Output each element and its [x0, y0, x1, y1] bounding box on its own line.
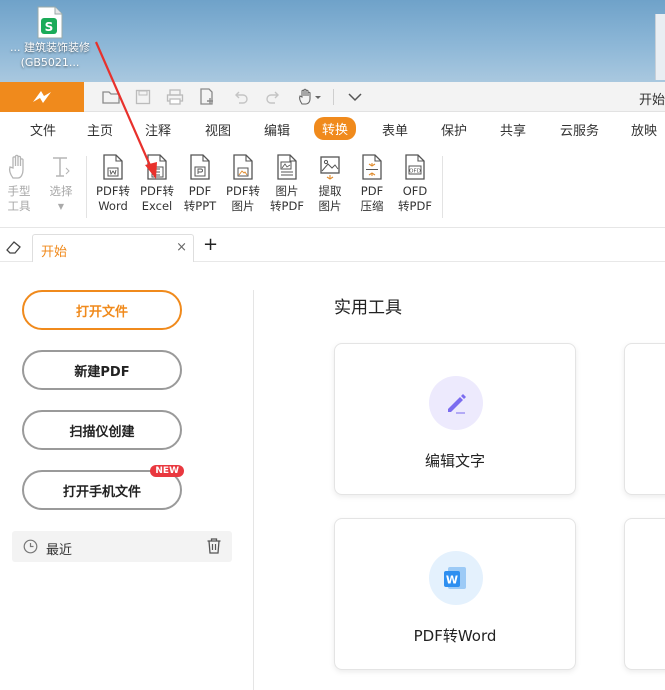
toolbar-divider-end — [442, 156, 443, 218]
add-tab-button[interactable]: + — [203, 234, 218, 255]
menu-home[interactable]: 主页 — [87, 120, 113, 139]
select-dropdown-icon: ▼ — [57, 202, 65, 211]
image-to-pdf-button[interactable]: 图片 转PDF — [265, 154, 309, 214]
svg-text:W: W — [446, 574, 458, 587]
pdf-to-ppt-icon — [188, 154, 212, 180]
extract-image-icon — [318, 154, 342, 180]
menu-convert[interactable]: 转换 — [314, 117, 357, 140]
new-document-icon[interactable] — [196, 87, 218, 107]
eraser-icon[interactable] — [5, 239, 23, 259]
menu-edit[interactable]: 编辑 — [264, 120, 290, 139]
print-icon[interactable] — [164, 87, 186, 107]
text-select-icon — [49, 154, 73, 180]
pdf-to-image-button[interactable]: PDF转 图片 — [221, 154, 265, 214]
hand-tool-dropdown-icon[interactable] — [296, 87, 324, 107]
scanner-create-button[interactable]: 扫描仪创建 — [22, 410, 182, 450]
window-edge — [655, 14, 665, 80]
edit-text-card[interactable]: 编辑文字 — [334, 343, 576, 495]
word-icon: W — [429, 551, 483, 605]
ofd-to-pdf-icon: OFD — [403, 154, 427, 180]
new-badge: NEW — [150, 465, 184, 477]
hand-tool-button[interactable]: 手型 工具 — [0, 154, 41, 214]
tab-close-icon[interactable]: × — [176, 240, 187, 255]
edit-text-icon — [429, 376, 483, 430]
hand-icon — [7, 154, 31, 180]
tab-start[interactable]: 开始 × — [32, 234, 194, 262]
title-tab-start[interactable]: 开始 — [639, 89, 665, 108]
desktop-file-label-2: (GB5021... — [20, 56, 80, 69]
menu-protect[interactable]: 保护 — [441, 120, 467, 139]
pdf-compress-icon — [360, 154, 384, 180]
recent-section-header[interactable]: 最近 — [12, 531, 232, 562]
open-folder-icon[interactable] — [100, 87, 122, 107]
chevron-down-icon[interactable] — [344, 87, 366, 107]
document-tab-bar: 开始 × + — [0, 230, 665, 262]
tab-start-label: 开始 — [41, 245, 68, 260]
desktop-background: S ... 建筑装饰装修 (GB5021... — [0, 0, 665, 82]
pdf-to-excel-button[interactable]: PDF转 Excel — [135, 154, 179, 214]
image-to-pdf-icon — [275, 154, 299, 180]
select-tool-button[interactable]: 选择 ▼ — [39, 154, 83, 214]
desktop-file-label-1: ... 建筑装饰装修 — [10, 41, 90, 54]
edit-text-label: 编辑文字 — [424, 452, 485, 470]
pdf-to-image-icon — [231, 154, 255, 180]
menu-slideshow[interactable]: 放映 — [631, 120, 657, 139]
menu-view[interactable]: 视图 — [205, 120, 231, 139]
redo-icon[interactable] — [262, 87, 284, 107]
convert-toolbar: 手型 工具 选择 ▼ PDF转 Word PDF转 Excel PDF 转PPT — [0, 144, 665, 228]
open-phone-file-label: 打开手机文件 — [62, 484, 141, 500]
menu-bar: 文件 主页 注释 视图 编辑 转换 表单 保护 共享 云服务 放映 — [0, 112, 665, 144]
menu-annotate[interactable]: 注释 — [145, 120, 171, 139]
spreadsheet-file-icon: S — [35, 6, 65, 40]
open-file-button[interactable]: 打开文件 — [22, 290, 182, 330]
pdf-to-ppt-button[interactable]: PDF 转PPT — [178, 154, 222, 214]
desktop-file-shortcut[interactable]: S ... 建筑装饰装修 (GB5021... — [0, 6, 100, 70]
open-phone-file-button[interactable]: 打开手机文件 NEW — [22, 465, 184, 510]
new-pdf-button[interactable]: 新建PDF — [22, 350, 182, 390]
tools-section-title: 实用工具 — [334, 298, 402, 318]
pdf-to-word-label: PDF转Word — [413, 627, 497, 645]
undo-icon[interactable] — [230, 87, 252, 107]
extract-image-button[interactable]: 提取 图片 — [308, 154, 352, 214]
clock-icon — [23, 539, 38, 554]
toolbar-divider — [86, 156, 87, 218]
menu-form[interactable]: 表单 — [382, 120, 408, 139]
titlebar-divider — [333, 89, 334, 105]
pdf-compress-button[interactable]: PDF 压缩 — [350, 154, 394, 214]
menu-file[interactable]: 文件 — [30, 120, 56, 139]
trash-icon[interactable] — [206, 537, 222, 555]
pdf-to-word-card[interactable]: W PDF转Word — [334, 518, 576, 670]
menu-share[interactable]: 共享 — [500, 120, 526, 139]
ofd-to-pdf-button[interactable]: OFD OFD 转PDF — [393, 154, 437, 214]
app-logo-icon — [33, 91, 51, 103]
app-logo-button[interactable] — [0, 82, 84, 112]
tool-card-partial-1[interactable] — [624, 343, 665, 495]
recent-label: 最近 — [46, 543, 73, 558]
panel-divider — [253, 290, 254, 690]
save-icon[interactable] — [132, 87, 154, 107]
pdf-to-word-button[interactable]: PDF转 Word — [91, 154, 135, 214]
pdf-to-excel-icon — [145, 154, 169, 180]
app-titlebar: 开始 — [0, 82, 665, 112]
svg-text:OFD: OFD — [409, 169, 421, 175]
tool-card-partial-2[interactable] — [624, 518, 665, 670]
menu-cloud[interactable]: 云服务 — [560, 120, 599, 139]
pdf-to-word-icon — [101, 154, 125, 180]
svg-text:S: S — [45, 20, 54, 34]
desktop-left-truncated: ... — [10, 41, 21, 54]
